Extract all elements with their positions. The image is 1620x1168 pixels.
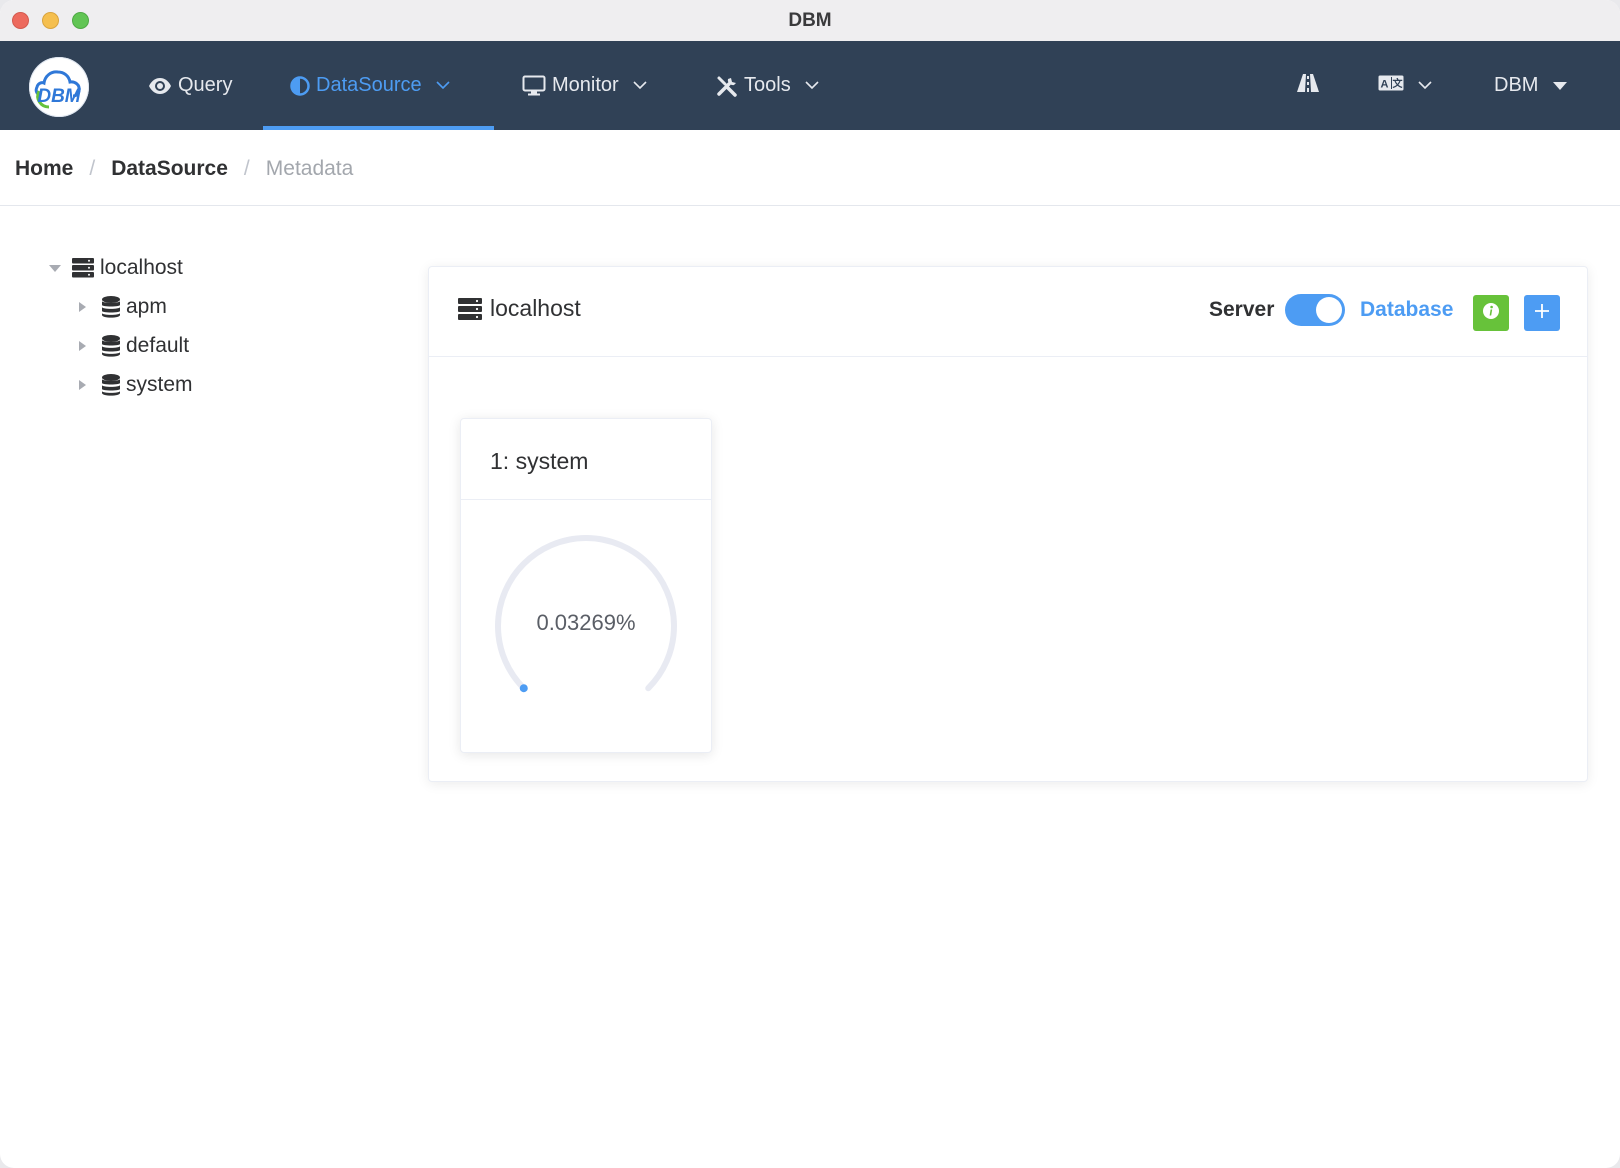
translate-icon: A文	[1378, 74, 1404, 97]
nav-monitor[interactable]: Monitor	[522, 41, 647, 130]
nav-tools[interactable]: Tools	[716, 41, 819, 130]
tree-node-label: default	[126, 334, 190, 357]
caret-right-icon[interactable]	[78, 340, 94, 352]
chevron-down-icon	[633, 81, 647, 90]
half-circle-icon	[290, 75, 310, 96]
title-bar: DBM	[0, 0, 1620, 42]
svg-text:A: A	[1381, 79, 1389, 91]
tree-node-apm[interactable]: apm	[78, 295, 167, 319]
breadcrumb-current: Metadata	[265, 157, 354, 180]
chevron-down-icon	[436, 81, 450, 90]
switch-label-server[interactable]: Server	[1209, 298, 1274, 322]
usage-percentage: 0.03269%	[536, 610, 636, 635]
header-divider	[0, 205, 1620, 206]
database-card[interactable]: 1: system 0.03269%	[460, 418, 712, 753]
tools-icon	[716, 75, 738, 97]
server-panel: localhost Server Database 1: system 0.03…	[428, 266, 1588, 782]
logo-icon: DBM	[34, 70, 82, 109]
database-card-header: 1: system	[461, 419, 711, 500]
nav-monitor-label: Monitor	[552, 74, 619, 96]
monitor-icon	[522, 75, 546, 96]
caret-down-icon[interactable]	[48, 264, 64, 273]
road-button[interactable]	[1296, 41, 1320, 130]
app-logo[interactable]: DBM	[29, 57, 89, 117]
caret-right-icon[interactable]	[78, 379, 94, 391]
road-icon	[1296, 73, 1320, 98]
chevron-down-icon	[1418, 81, 1432, 90]
server-panel-header: localhost Server Database	[429, 267, 1587, 357]
language-dropdown[interactable]: A文	[1378, 41, 1432, 130]
app-window: DBM DBM Query DataSource Monitor Tools A…	[0, 0, 1620, 1168]
nav-active-indicator	[263, 126, 494, 130]
nav-query-label: Query	[178, 74, 233, 96]
add-button[interactable]	[1524, 295, 1560, 331]
nav-datasource[interactable]: DataSource	[290, 41, 450, 130]
tree-node-default[interactable]: default	[78, 334, 189, 358]
nav-query[interactable]: Query	[148, 41, 232, 130]
switch-knob	[1316, 297, 1342, 323]
breadcrumb-home[interactable]: Home	[15, 157, 73, 181]
svg-text:文: 文	[1393, 77, 1404, 90]
caret-down-icon	[1552, 81, 1568, 91]
tree-node-label: system	[126, 373, 193, 396]
nav-datasource-label: DataSource	[316, 74, 422, 96]
user-menu[interactable]: DBM	[1494, 41, 1568, 130]
breadcrumb-separator: /	[243, 157, 250, 180]
database-card-title: 1: system	[490, 448, 589, 474]
database-icon	[102, 374, 120, 396]
eye-icon	[148, 77, 172, 95]
switch-label-database[interactable]: Database	[1360, 298, 1453, 322]
usage-gauge: 0.03269%	[491, 531, 681, 721]
nav-tools-label: Tools	[744, 74, 791, 96]
panel-title-text: localhost	[490, 295, 581, 321]
panel-title: localhost	[458, 295, 581, 322]
tree-node-label: apm	[126, 295, 167, 318]
database-icon	[102, 335, 120, 357]
window-title: DBM	[788, 10, 832, 31]
server-database-switch[interactable]	[1285, 294, 1345, 326]
tree-node-system[interactable]: system	[78, 373, 193, 397]
chevron-down-icon	[805, 81, 819, 90]
breadcrumb-separator: /	[89, 157, 96, 180]
server-icon	[458, 297, 482, 320]
database-icon	[102, 296, 120, 318]
breadcrumb: Home / DataSource / Metadata	[15, 157, 353, 181]
server-icon	[72, 258, 94, 278]
tree-node-localhost[interactable]: localhost	[48, 256, 183, 280]
user-menu-label: DBM	[1494, 74, 1539, 96]
caret-right-icon[interactable]	[78, 301, 94, 313]
plus-icon	[1533, 302, 1551, 325]
info-icon	[1482, 302, 1500, 325]
top-navbar: DBM Query DataSource Monitor Tools A 文 D…	[0, 41, 1620, 130]
gauge-progress-dot	[519, 684, 528, 693]
tree-node-label: localhost	[100, 256, 183, 279]
info-button[interactable]	[1473, 295, 1509, 331]
breadcrumb-datasource[interactable]: DataSource	[111, 157, 228, 181]
svg-text:DBM: DBM	[37, 86, 81, 107]
